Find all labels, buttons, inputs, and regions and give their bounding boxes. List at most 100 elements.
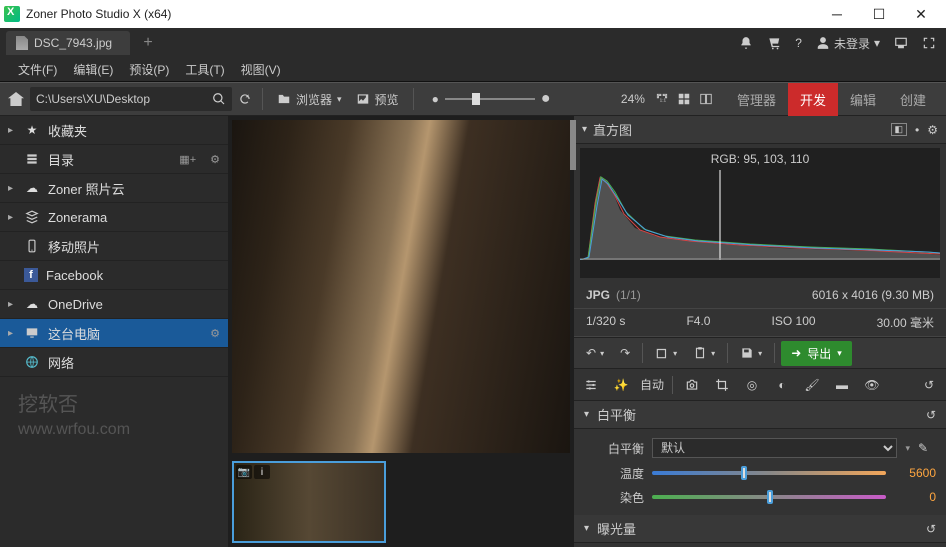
path-input[interactable] xyxy=(36,92,212,106)
main-toolbar: 浏览器 ▾ 预览 ● ● 24% 1:1 管理器 开发 编辑 创建 xyxy=(0,82,946,116)
sidebar-item-zoner-cloud[interactable]: ▸ ☁ Zoner 照片云 xyxy=(0,174,228,203)
develop-actionbar: ↶▾ ↷ ▾ ▾ ▾ ➜导出▾ xyxy=(574,337,946,369)
gradient-tool-icon[interactable]: ▬ xyxy=(831,374,853,396)
star-icon: ★ xyxy=(24,123,40,137)
thumbnail[interactable]: 📷 i xyxy=(232,461,386,543)
account-button[interactable]: 未登录 ▾ xyxy=(816,35,880,52)
path-field[interactable] xyxy=(30,87,232,111)
menu-tools[interactable]: 工具(T) xyxy=(177,58,232,81)
export-button[interactable]: ➜导出▾ xyxy=(781,341,852,366)
redo-button[interactable]: ↷ xyxy=(614,342,636,364)
save-button[interactable]: ▾ xyxy=(734,342,768,364)
fullscreen-icon[interactable] xyxy=(922,36,936,50)
minimize-button[interactable]: ─ xyxy=(816,0,858,28)
wb-preset-select[interactable]: 默认 xyxy=(652,438,897,458)
adjust-tool-icon[interactable] xyxy=(580,374,602,396)
search-icon[interactable] xyxy=(212,92,226,106)
mode-edit[interactable]: 编辑 xyxy=(838,83,888,116)
add-folder-icon[interactable]: ▦+ xyxy=(179,153,196,166)
eye-tool-icon[interactable]: 👁 xyxy=(861,374,883,396)
sidebar-item-this-pc[interactable]: ▸ 这台电脑 ⚙ xyxy=(0,319,228,348)
zoom-slider[interactable]: ● ● xyxy=(432,90,551,108)
menu-edit[interactable]: 编辑(E) xyxy=(65,58,121,81)
caret-icon: ▸ xyxy=(8,125,16,136)
fit-icon[interactable]: 1:1 xyxy=(655,92,669,106)
separator: • xyxy=(915,123,919,137)
sidebar-item-mobile[interactable]: 移动照片 xyxy=(0,232,228,261)
magic-tool-icon[interactable]: ✨ xyxy=(610,374,632,396)
sidebar-item-favorites[interactable]: ▸ ★ 收藏夹 xyxy=(0,116,228,145)
catalog-icon xyxy=(24,152,40,166)
menubar: 文件(F) 编辑(E) 预设(P) 工具(T) 视图(V) xyxy=(0,58,946,82)
facebook-icon: f xyxy=(24,268,38,282)
file-icon xyxy=(16,36,28,50)
crop-tool-icon[interactable] xyxy=(711,374,733,396)
histogram-header[interactable]: ▾ 直方图 ◧ • ⚙ xyxy=(574,116,946,144)
clipping-toggle-icon[interactable]: ◧ xyxy=(891,123,908,136)
maximize-button[interactable]: ☐ xyxy=(858,0,900,28)
menu-view[interactable]: 视图(V) xyxy=(233,58,289,81)
zoom-in-icon[interactable]: ● xyxy=(541,90,551,108)
zonerama-icon xyxy=(24,210,40,224)
section-white-balance[interactable]: ▾ 白平衡 ↺ xyxy=(574,401,946,429)
filter-tool-icon[interactable]: ◐ xyxy=(771,374,793,396)
metadata-row-exif: 1/320 s F4.0 ISO 100 30.00 毫米 xyxy=(574,309,946,337)
brush-tool-icon[interactable]: 🖌 xyxy=(801,374,823,396)
browser-button[interactable]: 浏览器 ▾ xyxy=(273,88,346,111)
main-image[interactable] xyxy=(232,120,570,453)
tint-value[interactable]: 0 xyxy=(894,490,936,504)
temperature-slider[interactable] xyxy=(652,471,886,475)
navigator-sidebar: ▸ ★ 收藏夹 目录 ▦+ ⚙ ▸ ☁ Zoner 照片云 ▸ Zonerama… xyxy=(0,116,228,547)
reset-icon[interactable]: ↺ xyxy=(926,522,936,536)
histogram-chart[interactable]: RGB: 95, 103, 110 xyxy=(580,148,940,278)
cart-icon[interactable] xyxy=(767,36,781,50)
tint-slider[interactable] xyxy=(652,495,886,499)
copy-settings-button[interactable]: ▾ xyxy=(649,342,683,364)
screen-icon[interactable] xyxy=(894,36,908,50)
reset-icon[interactable]: ↺ xyxy=(926,408,936,422)
temperature-value[interactable]: 5600 xyxy=(894,466,936,480)
auto-label[interactable]: 自动 xyxy=(640,376,664,393)
histogram-rgb-readout: RGB: 95, 103, 110 xyxy=(580,148,940,170)
paste-settings-button[interactable]: ▾ xyxy=(687,342,721,364)
add-tab-button[interactable]: + xyxy=(134,31,162,55)
section-exposure[interactable]: ▾ 曝光量 ↺ xyxy=(574,515,946,543)
gear-icon[interactable]: ⚙ xyxy=(927,123,938,137)
mobile-icon xyxy=(24,239,40,253)
image-icon xyxy=(356,92,370,106)
eyedropper-icon[interactable]: ✎ xyxy=(918,441,936,455)
menu-file[interactable]: 文件(F) xyxy=(10,58,65,81)
home-icon[interactable] xyxy=(8,92,24,106)
notifications-icon[interactable] xyxy=(739,36,753,50)
reset-icon[interactable]: ↺ xyxy=(918,374,940,396)
tab-filename: DSC_7943.jpg xyxy=(34,36,112,50)
menu-presets[interactable]: 预设(P) xyxy=(121,58,177,81)
sidebar-item-catalog[interactable]: 目录 ▦+ ⚙ xyxy=(0,145,228,174)
tint-label: 染色 xyxy=(584,489,644,506)
mode-develop[interactable]: 开发 xyxy=(788,83,838,116)
compare-icon[interactable] xyxy=(699,92,713,106)
close-button[interactable]: ✕ xyxy=(900,0,942,28)
mode-manager[interactable]: 管理器 xyxy=(725,83,788,116)
cloud-icon: ☁ xyxy=(24,181,40,195)
zoom-out-icon[interactable]: ● xyxy=(432,92,439,106)
gear-icon[interactable]: ⚙ xyxy=(210,153,220,166)
mode-create[interactable]: 创建 xyxy=(888,83,938,116)
sidebar-item-onedrive[interactable]: ▸ ☁ OneDrive xyxy=(0,290,228,319)
preview-button[interactable]: 预览 xyxy=(352,88,403,111)
grid-icon[interactable] xyxy=(677,92,691,106)
document-tab[interactable]: DSC_7943.jpg xyxy=(6,31,130,55)
zoom-percent[interactable]: 24% xyxy=(621,92,645,106)
gear-icon[interactable]: ⚙ xyxy=(210,327,220,340)
tool-row: ✨ 自动 ◎ ◐ 🖌 ▬ 👁 ↺ xyxy=(574,369,946,401)
window-titlebar: Zoner Photo Studio X (x64) ─ ☐ ✕ xyxy=(0,0,946,28)
help-icon[interactable]: ? xyxy=(795,36,802,50)
sidebar-item-zonerama[interactable]: ▸ Zonerama xyxy=(0,203,228,232)
refresh-icon[interactable] xyxy=(238,92,252,106)
heal-tool-icon[interactable]: ◎ xyxy=(741,374,763,396)
camera-tool-icon[interactable] xyxy=(681,374,703,396)
sidebar-item-facebook[interactable]: f Facebook xyxy=(0,261,228,290)
undo-button[interactable]: ↶▾ xyxy=(580,342,610,364)
sidebar-item-network[interactable]: 网络 xyxy=(0,348,228,377)
chevron-down-icon: ▾ xyxy=(582,124,587,135)
